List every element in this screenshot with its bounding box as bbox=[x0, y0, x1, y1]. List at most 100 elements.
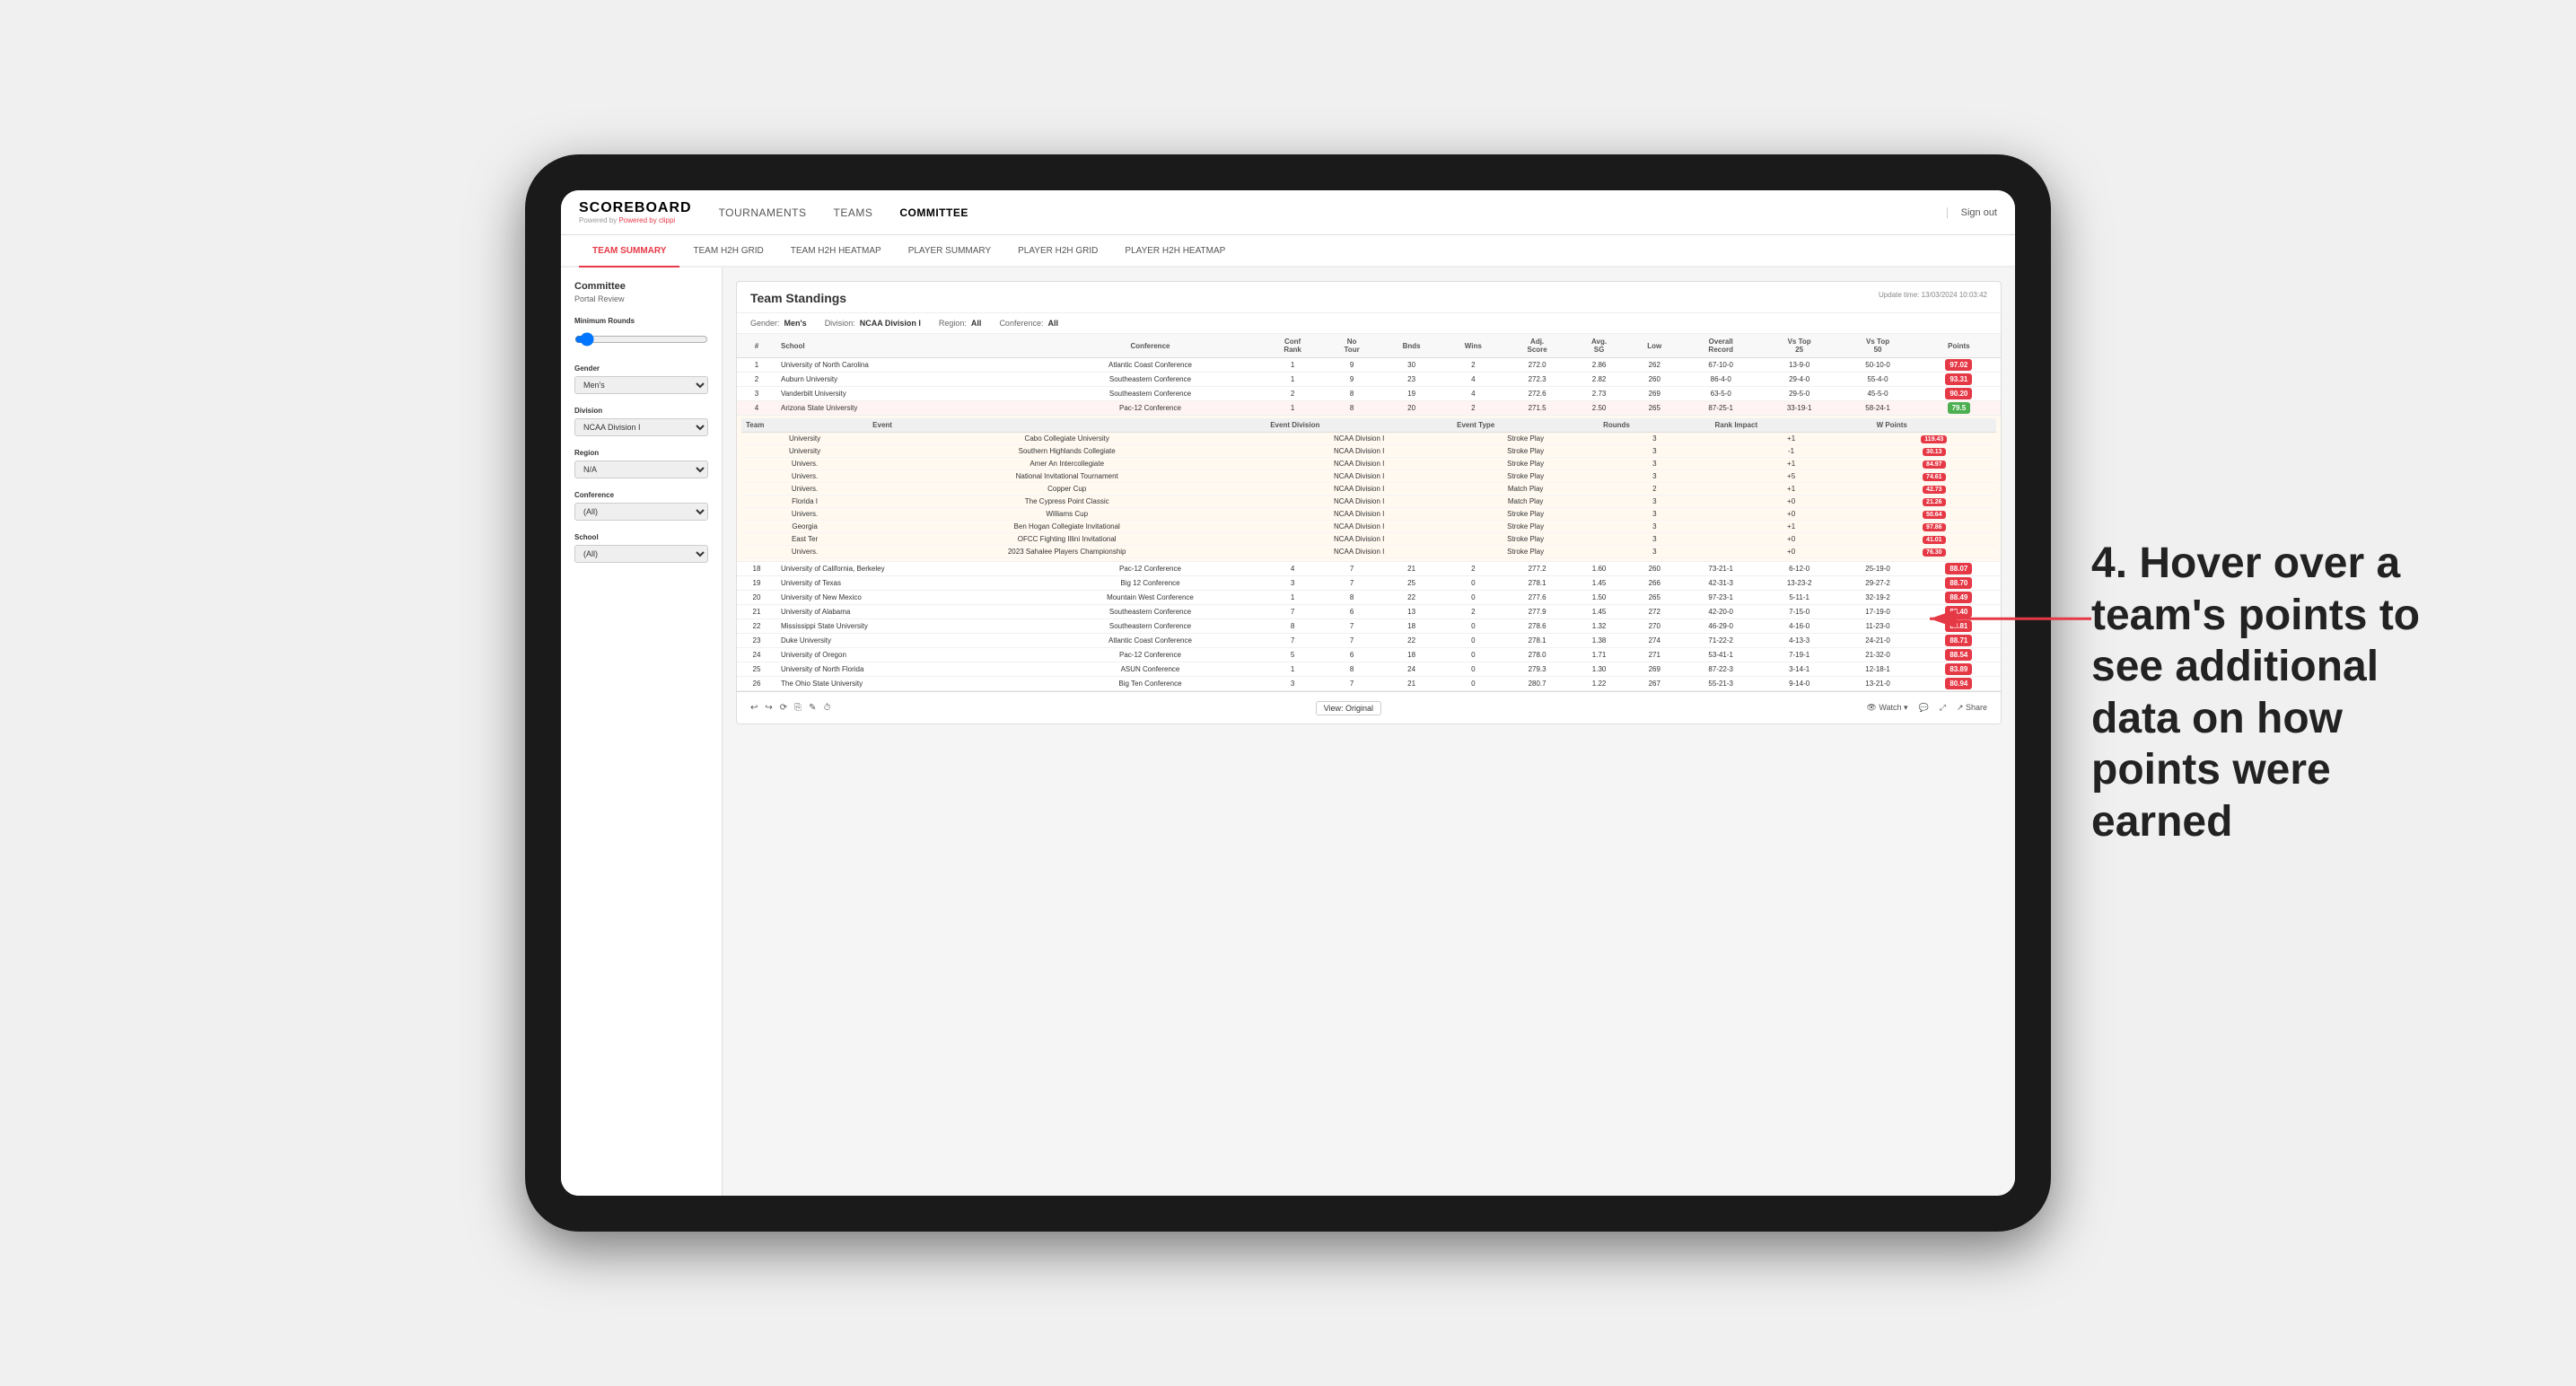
logo-text: SCOREBOARD bbox=[579, 200, 692, 216]
table-row: 21 University of Alabama Southeastern Co… bbox=[737, 605, 2001, 619]
toolbar-left: ↩ ↪ ⟳ ⎘ ✎ ⏱ bbox=[750, 703, 830, 713]
view-original-button[interactable]: View: Original bbox=[1316, 701, 1381, 715]
sidebar-section-conference: Conference (All) bbox=[574, 491, 708, 521]
points-badge[interactable]: 93.31 bbox=[1945, 373, 1972, 385]
col-conf-rank: ConfRank bbox=[1262, 334, 1324, 358]
standings-panel: Team Standings Update time: 13/03/2024 1… bbox=[736, 281, 2002, 724]
sign-out[interactable]: Sign out bbox=[1947, 207, 1997, 218]
points-badge[interactable]: 88.70 bbox=[1945, 577, 1972, 589]
expanded-table-row: Univers. Amer An Intercollegiate NCAA Di… bbox=[741, 458, 1996, 470]
points-badge[interactable]: 88.54 bbox=[1945, 649, 1972, 661]
sidebar-section-min-rounds: Minimum Rounds bbox=[574, 317, 708, 352]
standings-header: Team Standings Update time: 13/03/2024 1… bbox=[737, 282, 2001, 313]
points-badge[interactable]: 88.07 bbox=[1945, 563, 1972, 575]
share-button[interactable]: ↗ Share bbox=[1957, 703, 1987, 713]
exp-col-division: Event Division bbox=[1266, 418, 1452, 433]
tab-player-h2h-heatmap[interactable]: PLAYER H2H HEATMAP bbox=[1111, 235, 1239, 268]
table-row: 23 Duke University Atlantic Coast Confer… bbox=[737, 634, 2001, 648]
draw-button[interactable]: ✎ bbox=[809, 703, 816, 713]
table-row: 22 Mississippi State University Southeas… bbox=[737, 619, 2001, 634]
exp-col-rank: Rank Impact bbox=[1711, 418, 1872, 433]
school-select[interactable]: (All) bbox=[574, 545, 708, 563]
col-overall: OverallRecord bbox=[1682, 334, 1760, 358]
expanded-table-row: Univers. Williams Cup NCAA Division I St… bbox=[741, 508, 1996, 521]
table-row: 25 University of North Florida ASUN Conf… bbox=[737, 662, 2001, 677]
logo-powered: Powered by Powered by clippi bbox=[579, 216, 692, 224]
division-select[interactable]: NCAA Division I bbox=[574, 418, 708, 436]
bottom-toolbar: ↩ ↪ ⟳ ⎘ ✎ ⏱ View: Original 👁 Watch ▾ bbox=[737, 691, 2001, 724]
exp-points-badge: 41.01 bbox=[1923, 536, 1946, 544]
toolbar-center: View: Original bbox=[1316, 701, 1381, 715]
clock-button[interactable]: ⏱ bbox=[824, 703, 831, 713]
expanded-header-row: Team Event Event Division Event Type Rou… bbox=[741, 418, 1996, 433]
standings-table: # School Conference ConfRank NoTour Bnds… bbox=[737, 334, 2001, 691]
points-badge[interactable]: 80.94 bbox=[1945, 678, 1972, 689]
filter-conference-value: All bbox=[1047, 319, 1058, 328]
tab-team-h2h-grid[interactable]: TEAM H2H GRID bbox=[679, 235, 776, 268]
sidebar-section-division: Division NCAA Division I bbox=[574, 407, 708, 436]
tab-team-h2h-heatmap[interactable]: TEAM H2H HEATMAP bbox=[777, 235, 895, 268]
exp-points-badge: 50.64 bbox=[1923, 511, 1946, 519]
update-time: Update time: 13/03/2024 10:03:42 bbox=[1879, 291, 1987, 299]
sidebar-title: Committee bbox=[574, 281, 708, 292]
main-nav: TOURNAMENTS TEAMS COMMITTEE bbox=[719, 202, 1947, 224]
conference-select[interactable]: (All) bbox=[574, 503, 708, 521]
annotation-text: 4. Hover over a team's points to see add… bbox=[2091, 538, 2468, 848]
copy-button[interactable]: ⎘ bbox=[794, 703, 802, 713]
sub-nav: TEAM SUMMARY TEAM H2H GRID TEAM H2H HEAT… bbox=[561, 235, 2015, 268]
expanded-table: Team Event Event Division Event Type Rou… bbox=[741, 418, 1996, 558]
filter-division-value: NCAA Division I bbox=[860, 319, 921, 328]
watch-button[interactable]: 👁 Watch ▾ bbox=[1866, 703, 1907, 713]
points-badge[interactable]: 83.89 bbox=[1945, 663, 1972, 675]
col-conference: Conference bbox=[1038, 334, 1261, 358]
expand-button[interactable]: ⤢ bbox=[1940, 703, 1946, 713]
col-avg-sg: Avg.SG bbox=[1571, 334, 1627, 358]
redo-button[interactable]: ↪ bbox=[765, 703, 772, 713]
sidebar-label-min-rounds: Minimum Rounds bbox=[574, 317, 708, 325]
nav-tournaments[interactable]: TOURNAMENTS bbox=[719, 202, 807, 224]
filter-gender-value: Men's bbox=[784, 319, 807, 328]
sidebar-subtitle: Portal Review bbox=[574, 294, 708, 303]
region-select[interactable]: N/A bbox=[574, 461, 708, 478]
tab-player-h2h-grid[interactable]: PLAYER H2H GRID bbox=[1004, 235, 1111, 268]
data-area: Team Standings Update time: 13/03/2024 1… bbox=[723, 268, 2015, 1196]
points-badge[interactable]: 97.02 bbox=[1945, 359, 1972, 371]
table-row: 2 Auburn University Southeastern Confere… bbox=[737, 373, 2001, 387]
expanded-table-row: Georgia Ben Hogan Collegiate Invitationa… bbox=[741, 521, 1996, 533]
exp-points-badge: 74.61 bbox=[1923, 473, 1946, 481]
exp-points-badge: 42.73 bbox=[1923, 486, 1946, 494]
tablet-screen: SCOREBOARD Powered by Powered by clippi … bbox=[561, 190, 2015, 1196]
gender-select[interactable]: Men's bbox=[574, 376, 708, 394]
sidebar-label-conference: Conference bbox=[574, 491, 708, 499]
annotation-arrow bbox=[1912, 592, 2091, 645]
filter-region: Region: All bbox=[939, 319, 982, 328]
undo-button[interactable]: ↩ bbox=[750, 703, 758, 713]
exp-points-badge: 119.43 bbox=[1921, 435, 1947, 443]
sidebar-section-gender: Gender Men's bbox=[574, 364, 708, 394]
filter-division-label: Division: bbox=[825, 319, 855, 328]
points-badge-highlighted[interactable]: 79.5 bbox=[1948, 402, 1971, 414]
exp-col-points: W Points bbox=[1872, 418, 1996, 433]
filter-row: Gender: Men's Division: NCAA Division I … bbox=[737, 313, 2001, 334]
nav-teams[interactable]: TEAMS bbox=[834, 202, 873, 224]
sidebar-label-gender: Gender bbox=[574, 364, 708, 373]
standings-title: Team Standings bbox=[750, 291, 846, 305]
sidebar-label-region: Region bbox=[574, 449, 708, 457]
col-wins: Wins bbox=[1443, 334, 1504, 358]
nav-committee[interactable]: COMMITTEE bbox=[899, 202, 968, 224]
table-row: 1 University of North Carolina Atlantic … bbox=[737, 358, 2001, 373]
min-rounds-slider[interactable] bbox=[574, 329, 708, 350]
toolbar-right: 👁 Watch ▾ 💬 ⤢ ↗ Share bbox=[1866, 703, 1987, 713]
col-bnds: Bnds bbox=[1380, 334, 1443, 358]
table-header-row: # School Conference ConfRank NoTour Bnds… bbox=[737, 334, 2001, 358]
points-badge[interactable]: 90.20 bbox=[1945, 388, 1972, 399]
exp-points-badge: 97.86 bbox=[1923, 523, 1946, 531]
table-row-highlighted: 4 Arizona State University Pac-12 Confer… bbox=[737, 401, 2001, 416]
reset-button[interactable]: ⟳ bbox=[780, 703, 787, 713]
table-row: 3 Vanderbilt University Southeastern Con… bbox=[737, 387, 2001, 401]
tab-team-summary[interactable]: TEAM SUMMARY bbox=[579, 235, 679, 268]
tablet-frame: SCOREBOARD Powered by Powered by clippi … bbox=[525, 154, 2051, 1232]
comment-button[interactable]: 💬 bbox=[1919, 703, 1929, 713]
tab-player-summary[interactable]: PLAYER SUMMARY bbox=[895, 235, 1004, 268]
table-row: 18 University of California, Berkeley Pa… bbox=[737, 562, 2001, 576]
